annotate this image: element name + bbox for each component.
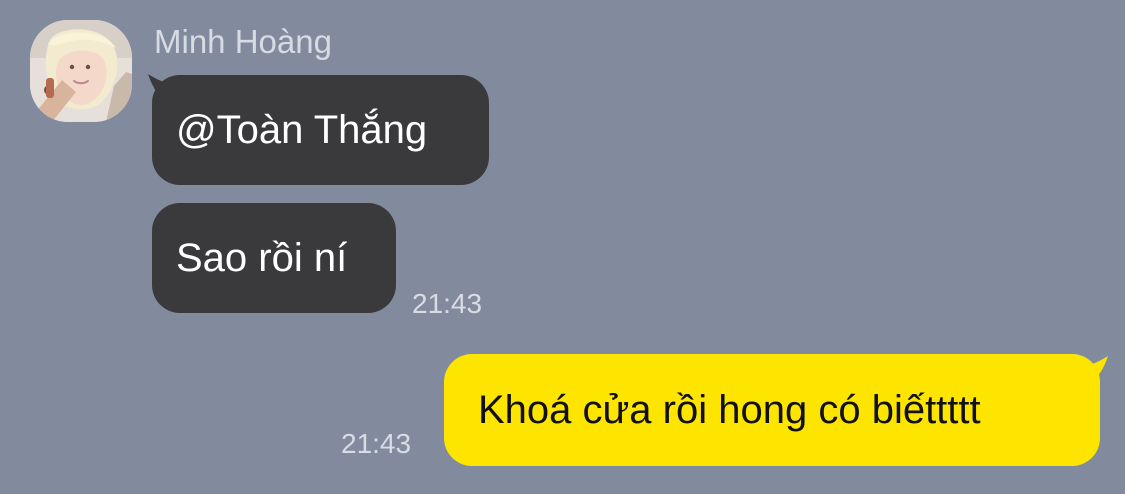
outgoing-message-time: 21:43 — [341, 428, 412, 459]
sender-name: Minh Hoàng — [154, 23, 332, 60]
message-text: Khoá cửa rồi hong có biếttttt — [478, 388, 981, 432]
incoming-message-bubble[interactable]: Sao rồi ní — [152, 203, 396, 313]
outgoing-bubble-tail-icon — [1084, 356, 1108, 386]
message-text: Sao rồi ní — [176, 236, 348, 280]
incoming-message-bubble-mention[interactable]: @Toàn Thắng — [152, 75, 489, 185]
message-text: @Toàn Thắng — [176, 108, 428, 152]
incoming-message-time: 21:43 — [412, 288, 483, 319]
avatar[interactable] — [30, 20, 132, 122]
outgoing-message-bubble[interactable]: Khoá cửa rồi hong có biếttttt — [444, 354, 1100, 466]
chat-thread: Minh Hoàng @Toàn Thắng Sao rồi ní 21:43 … — [0, 0, 1125, 494]
